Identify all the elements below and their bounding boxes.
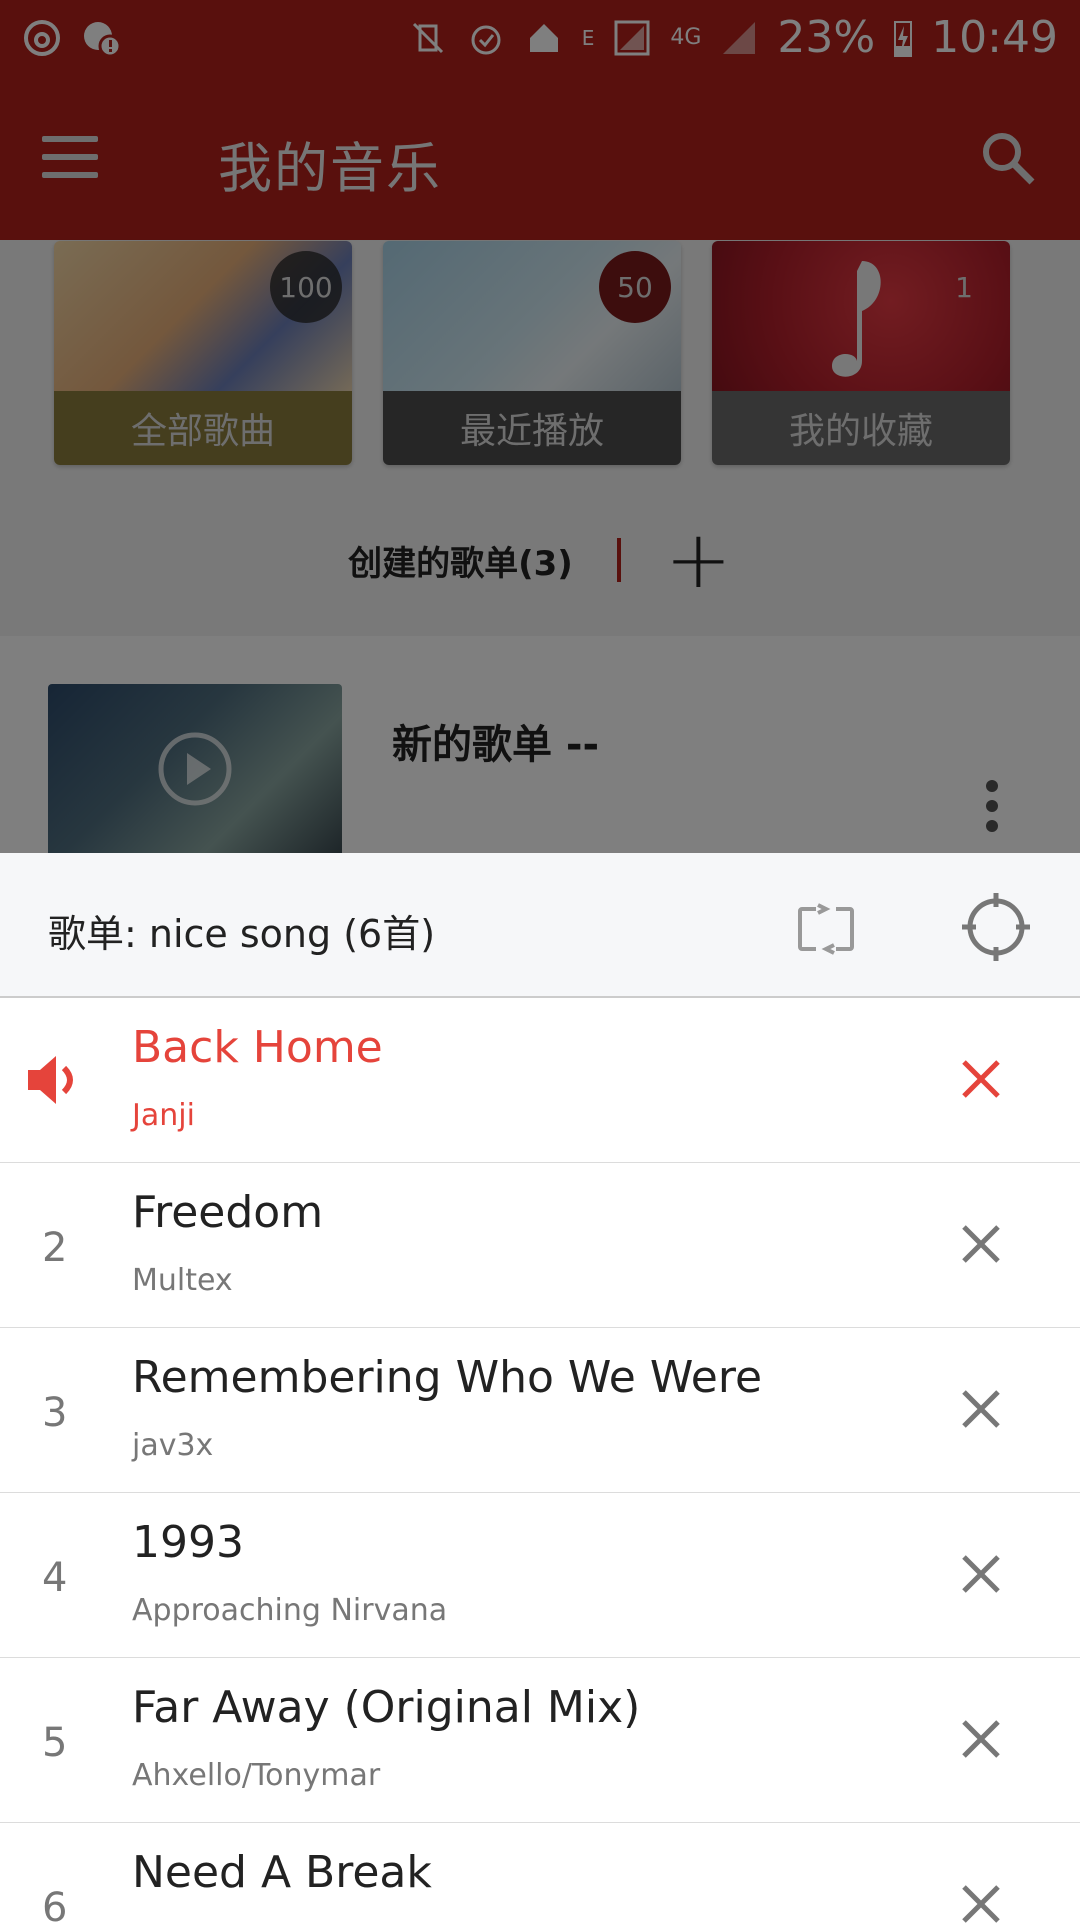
song-artist: jav3x (132, 1428, 214, 1463)
song-artist: Ahxello/Tonymar (132, 1758, 381, 1793)
queue-song-row[interactable]: 2 Freedom Multex (0, 1163, 1080, 1328)
queue-song-row[interactable]: 4 1993 Approaching Nirvana (0, 1493, 1080, 1658)
song-title: Back Home (132, 1022, 383, 1073)
song-number: 2 (42, 1225, 68, 1271)
song-title: Need A Break (132, 1847, 432, 1898)
song-artist: Janji (132, 1098, 195, 1133)
locate-current-icon[interactable] (962, 893, 1030, 961)
queue-song-row[interactable]: 3 Remembering Who We Were jav3x (0, 1328, 1080, 1493)
remove-song-icon[interactable] (956, 1879, 1006, 1929)
remove-song-icon[interactable] (956, 1219, 1006, 1269)
remove-song-icon[interactable] (956, 1714, 1006, 1764)
queue-song-row[interactable]: 6 Need A Break (0, 1823, 1080, 1931)
song-title: Far Away (Original Mix) (132, 1682, 641, 1733)
remove-song-icon[interactable] (956, 1384, 1006, 1434)
queue-song-row[interactable]: Back Home Janji (0, 998, 1080, 1163)
queue-title: 歌单: nice song (6首) (48, 912, 436, 956)
dim-overlay[interactable] (0, 0, 1080, 853)
queue-header: 歌单: nice song (6首) (0, 853, 1080, 998)
song-artist: Multex (132, 1263, 233, 1298)
repeat-mode-icon[interactable] (796, 897, 856, 957)
song-number: 3 (42, 1390, 68, 1436)
song-title: Remembering Who We Were (132, 1352, 763, 1403)
song-title: Freedom (132, 1187, 324, 1238)
song-artist: Approaching Nirvana (132, 1593, 448, 1628)
song-title: 1993 (132, 1517, 244, 1568)
song-number: 6 (42, 1885, 68, 1931)
now-playing-speaker-icon (28, 1056, 73, 1104)
remove-song-icon[interactable] (956, 1549, 1006, 1599)
remove-song-icon[interactable] (956, 1054, 1006, 1104)
queue-song-row[interactable]: 5 Far Away (Original Mix) Ahxello/Tonyma… (0, 1658, 1080, 1823)
song-number: 4 (42, 1555, 68, 1601)
song-number: 5 (42, 1720, 68, 1766)
